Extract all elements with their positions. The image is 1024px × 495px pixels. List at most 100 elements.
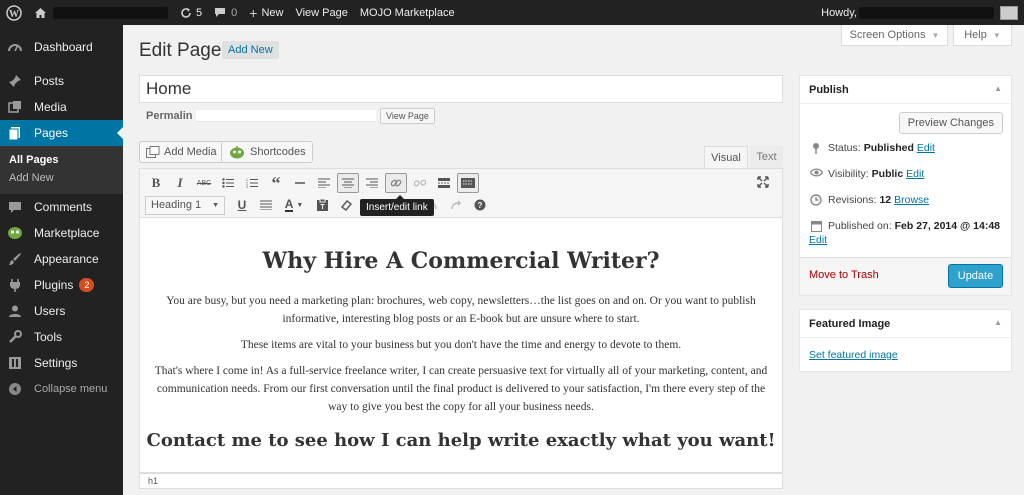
- post-title-input[interactable]: Home: [139, 75, 783, 103]
- content-paragraph-2: These items are vital to your business b…: [240, 339, 682, 351]
- sidebar-item-settings[interactable]: Settings: [0, 350, 123, 376]
- sidebar-item-comments[interactable]: Comments: [0, 194, 123, 220]
- toolbar-toggle-icon[interactable]: [457, 173, 479, 193]
- new-content-link[interactable]: + New: [243, 0, 289, 25]
- shortcodes-button[interactable]: Shortcodes: [221, 141, 313, 163]
- sidebar-item-marketplace[interactable]: Marketplace: [0, 220, 123, 246]
- content-heading: Why Hire A Commercial Writer?: [262, 248, 660, 274]
- align-right-icon[interactable]: [361, 173, 383, 193]
- align-left-icon[interactable]: [313, 173, 335, 193]
- strikethrough-button[interactable]: ABC: [193, 173, 215, 193]
- updates-link[interactable]: 5: [174, 0, 208, 25]
- collapse-arrow-icon[interactable]: ▲: [994, 84, 1002, 95]
- user-icon: [7, 303, 23, 319]
- sidebar-item-appearance[interactable]: Appearance: [0, 246, 123, 272]
- browse-revisions-link[interactable]: Browse: [894, 194, 929, 206]
- site-home-link[interactable]: [28, 0, 174, 25]
- bulleted-list-icon[interactable]: [217, 173, 239, 193]
- visibility-edit-link[interactable]: Edit: [906, 168, 924, 180]
- paste-text-icon[interactable]: T: [311, 195, 333, 215]
- content-paragraph-1: You are busy, but you need a marketing p…: [166, 295, 756, 325]
- featured-image-header[interactable]: Featured Image ▲: [800, 310, 1011, 338]
- svg-text:?: ?: [478, 201, 483, 210]
- move-to-trash-link[interactable]: Move to Trash: [809, 269, 879, 281]
- read-more-icon[interactable]: [433, 173, 455, 193]
- home-icon: [34, 7, 47, 19]
- status-edit-link[interactable]: Edit: [917, 142, 935, 154]
- sidebar-item-label: Users: [34, 304, 66, 318]
- screen-options-button[interactable]: Screen Options ▼: [841, 25, 948, 46]
- sidebar-item-users[interactable]: Users: [0, 298, 123, 324]
- help-button[interactable]: Help ▼: [953, 25, 1012, 46]
- view-page-link[interactable]: View Page: [289, 0, 353, 25]
- add-new-button[interactable]: Add New: [222, 41, 279, 59]
- add-media-button[interactable]: Add Media: [139, 141, 224, 163]
- shortcodes-label: Shortcodes: [250, 146, 306, 158]
- tab-text[interactable]: Text: [750, 146, 783, 168]
- calendar-icon: [809, 220, 823, 232]
- bold-button[interactable]: B: [145, 173, 167, 193]
- view-page-button[interactable]: View Page: [380, 108, 435, 124]
- set-featured-image-link[interactable]: Set featured image: [809, 349, 898, 361]
- wordpress-logo-icon[interactable]: W: [0, 0, 28, 25]
- editor-content[interactable]: Why Hire A Commercial Writer? You are bu…: [139, 218, 783, 473]
- history-icon: [809, 194, 823, 206]
- publish-box-header[interactable]: Publish ▲: [800, 76, 1011, 104]
- eye-icon: [809, 168, 823, 177]
- sidebar-item-label: Marketplace: [34, 226, 100, 240]
- collapse-arrow-icon[interactable]: ▲: [994, 318, 1002, 329]
- sidebar-item-label: Settings: [34, 356, 78, 370]
- editor-path-statusbar: h1: [139, 473, 783, 489]
- clear-formatting-icon[interactable]: [335, 195, 357, 215]
- screen-options-label: Screen Options: [849, 29, 926, 41]
- numbered-list-icon[interactable]: 123: [241, 173, 263, 193]
- tab-visual[interactable]: Visual: [704, 146, 748, 168]
- preview-changes-button[interactable]: Preview Changes: [898, 112, 1003, 134]
- comments-link[interactable]: 0: [208, 0, 243, 25]
- justify-icon[interactable]: [255, 195, 277, 215]
- sidebar-item-pages[interactable]: Pages: [0, 120, 123, 146]
- permalink-url[interactable]: [196, 110, 377, 122]
- horizontal-line-icon[interactable]: [289, 173, 311, 193]
- svg-text:3: 3: [246, 185, 248, 188]
- sidebar-item-posts[interactable]: Posts: [0, 68, 123, 94]
- submenu-all-pages[interactable]: All Pages: [0, 151, 123, 169]
- insert-link-icon[interactable]: [385, 173, 407, 193]
- svg-text:W: W: [9, 9, 19, 20]
- update-button[interactable]: Update: [948, 264, 1003, 288]
- unlink-icon[interactable]: [409, 173, 431, 193]
- permalink-label: Permalin: [146, 110, 193, 122]
- underline-icon[interactable]: U: [231, 195, 253, 215]
- avatar: [1000, 5, 1018, 20]
- published-row: Published on: Feb 27, 2014 @ 14:48 Edit: [809, 220, 1000, 246]
- sidebar-item-label: Comments: [34, 200, 93, 214]
- status-row: Status: Published Edit: [809, 142, 935, 154]
- published-edit-link[interactable]: Edit: [809, 234, 827, 246]
- my-account-link[interactable]: Howdy,: [815, 0, 1024, 25]
- media-icon: [7, 99, 23, 115]
- format-select-value: Heading 1: [151, 199, 202, 211]
- sidebar-item-tools[interactable]: Tools: [0, 324, 123, 350]
- redo-icon[interactable]: [445, 195, 467, 215]
- content-subheading: Contact me to see how I can help write e…: [146, 430, 776, 451]
- blockquote-icon[interactable]: “: [265, 173, 287, 193]
- help-circle-icon[interactable]: ?: [469, 195, 491, 215]
- submenu-add-new[interactable]: Add New: [0, 169, 123, 187]
- text-color-icon[interactable]: A ▼: [279, 195, 309, 215]
- sidebar-item-media[interactable]: Media: [0, 94, 123, 120]
- fullscreen-icon[interactable]: [752, 172, 774, 192]
- dropdown-arrow-icon: ▼: [992, 30, 1001, 40]
- link-tooltip: Insert/edit link: [360, 195, 434, 216]
- sidebar-item-label: Tools: [34, 330, 63, 344]
- howdy-label: Howdy,: [821, 6, 857, 19]
- permalink: Permalin: [146, 110, 377, 122]
- sidebar-item-dashboard[interactable]: Dashboard: [0, 34, 123, 60]
- format-select[interactable]: Heading 1 ▼: [145, 195, 225, 215]
- marketplace-link[interactable]: MOJO Marketplace: [354, 0, 461, 25]
- site-name: [53, 6, 168, 19]
- dropdown-arrow-icon: ▼: [931, 30, 940, 40]
- align-center-icon[interactable]: [337, 173, 359, 193]
- italic-button[interactable]: I: [169, 173, 191, 193]
- collapse-menu-button[interactable]: Collapse menu: [0, 376, 123, 402]
- sidebar-item-plugins[interactable]: Plugins 2: [0, 272, 123, 298]
